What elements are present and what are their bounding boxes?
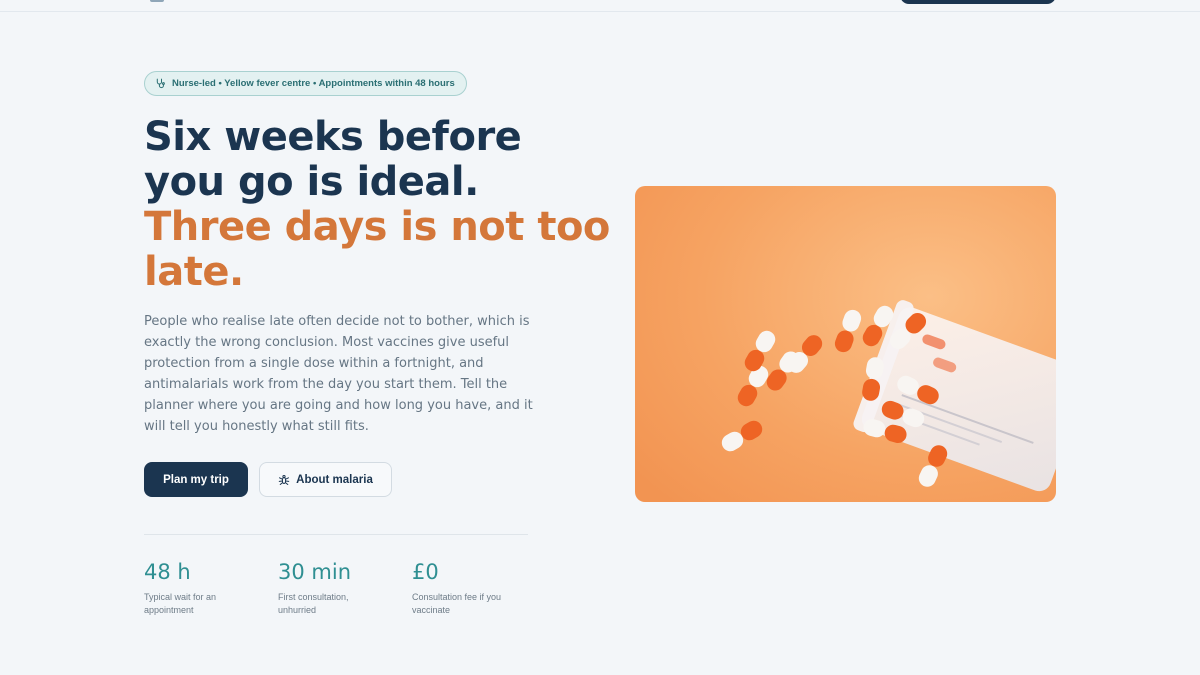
hero-lede: People who realise late often decide not…: [144, 314, 533, 434]
stethoscope-icon: [156, 78, 165, 89]
stat-label: Typical wait for an appointment: [144, 592, 217, 615]
about-malaria-button[interactable]: About malaria: [259, 462, 392, 497]
trust-badge: Nurse-led • Yellow fever centre • Appoin…: [144, 71, 467, 96]
plan-my-trip-button[interactable]: Plan my trip: [144, 462, 248, 497]
stat-value: 48 h: [144, 560, 191, 584]
header-cta-button[interactable]: [900, 0, 1056, 4]
headline-line: you go is ideal.: [144, 159, 479, 205]
pills-illustration: [635, 186, 1056, 502]
top-navigation-bar: [0, 0, 1200, 12]
stat-wait-time: 48 h Typical wait for an appointment: [144, 559, 264, 616]
stat-consultation-fee: £0 Consultation fee if you vaccinate: [412, 559, 532, 616]
stat-label: Consultation fee if you vaccinate: [412, 592, 502, 615]
headline-accent-line: Three days is not too: [144, 204, 610, 250]
about-malaria-label: About malaria: [296, 473, 373, 486]
stat-consultation-length: 30 min First consultation, unhurried: [278, 559, 398, 616]
stats-divider: [144, 534, 528, 535]
headline-line: Six weeks before: [144, 114, 522, 160]
plan-my-trip-label: Plan my trip: [163, 473, 229, 486]
site-logo[interactable]: [150, 0, 164, 2]
stat-value: £0: [412, 560, 439, 584]
hero-image-pills: [635, 186, 1056, 502]
headline-accent-line: late.: [144, 249, 244, 295]
hero-headline: Six weeks before you go is ideal. Three …: [144, 115, 614, 295]
trust-badge-text: Nurse-led • Yellow fever centre • Appoin…: [172, 78, 455, 89]
mosquito-icon: [278, 474, 290, 485]
stat-label: First consultation, unhurried: [278, 592, 349, 615]
stat-value: 30 min: [278, 560, 351, 584]
